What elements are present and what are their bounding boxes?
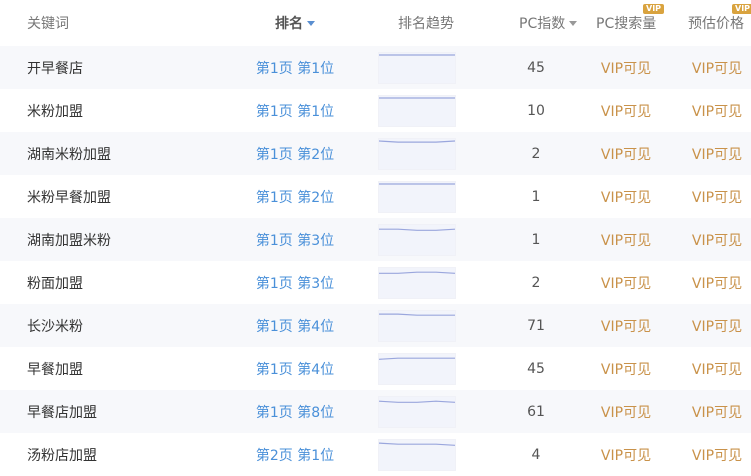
keyword-text: 湖南米粉加盟	[27, 146, 111, 163]
pc-search-vip-link[interactable]: VIP可见	[601, 402, 651, 422]
sparkline-svg	[379, 182, 455, 185]
price-vip-link[interactable]: VIP可见	[692, 187, 742, 207]
table-row: 粉面加盟 第1页 第3位 2 VIP可见 VIP可见	[0, 261, 751, 304]
pc-index-value: 10	[527, 102, 545, 119]
price-vip-link[interactable]: VIP可见	[692, 273, 742, 293]
rank-link[interactable]: 第1页 第2位	[256, 187, 334, 207]
pc-search-vip-link[interactable]: VIP可见	[601, 359, 651, 379]
pc-search-vip-link[interactable]: VIP可见	[601, 445, 651, 465]
keyword-text: 早餐加盟	[27, 361, 83, 378]
price-vip-link[interactable]: VIP可见	[692, 359, 742, 379]
table-row: 汤粉店加盟 第2页 第1位 4 VIP可见 VIP可见	[0, 433, 751, 476]
rank-link[interactable]: 第2页 第1位	[256, 445, 334, 465]
sparkline-svg	[379, 53, 455, 56]
sparkline-svg	[379, 228, 455, 231]
table-row: 早餐店加盟 第1页 第8位 61 VIP可见 VIP可见	[0, 390, 751, 433]
rank-link[interactable]: 第1页 第3位	[256, 273, 334, 293]
keyword-text: 长沙米粉	[27, 318, 83, 335]
sparkline-series	[379, 357, 455, 360]
sort-down-icon	[307, 20, 315, 26]
keyword-ranking-table: 关键词 排名 排名趋势 PC指数 PC搜索量 VIP 预估价格 VIP 开早餐店…	[0, 0, 751, 474]
rank-link[interactable]: 第1页 第1位	[256, 101, 334, 121]
pc-index-value: 1	[531, 188, 541, 205]
header-pc-index-sort[interactable]: PC指数	[519, 0, 591, 46]
price-vip-link[interactable]: VIP可见	[692, 144, 742, 164]
pc-index-value: 71	[527, 317, 545, 334]
price-vip-link[interactable]: VIP可见	[692, 445, 742, 465]
vip-badge-icon: VIP	[643, 4, 665, 14]
table-row: 早餐加盟 第1页 第4位 45 VIP可见 VIP可见	[0, 347, 751, 390]
sparkline-svg	[379, 139, 455, 143]
sparkline-svg	[379, 400, 455, 403]
sparkline-svg	[379, 312, 455, 316]
sparkline-svg	[379, 357, 455, 360]
pc-search-vip-link[interactable]: VIP可见	[601, 101, 651, 121]
sparkline-svg	[379, 271, 455, 274]
rank-trend-sparkline[interactable]	[378, 309, 456, 342]
keyword-text: 米粉早餐加盟	[27, 189, 111, 206]
rank-trend-sparkline[interactable]	[378, 94, 456, 127]
price-vip-link[interactable]: VIP可见	[692, 402, 742, 422]
rank-trend-sparkline[interactable]	[378, 137, 456, 170]
pc-index-value: 2	[531, 274, 541, 291]
header-rank-sort[interactable]: 排名	[240, 0, 350, 46]
table-body: 开早餐店 第1页 第1位 45 VIP可见 VIP可见 米粉加盟 第1页 第1位…	[0, 46, 751, 476]
price-vip-link[interactable]: VIP可见	[692, 316, 742, 336]
header-keyword: 关键词	[27, 16, 69, 32]
pc-index-value: 2	[531, 145, 541, 162]
pc-search-vip-link[interactable]: VIP可见	[601, 230, 651, 250]
sparkline-svg	[379, 442, 455, 446]
rank-link[interactable]: 第1页 第2位	[256, 144, 334, 164]
rank-link[interactable]: 第1页 第4位	[256, 316, 334, 336]
price-vip-link[interactable]: VIP可见	[692, 101, 742, 121]
sparkline-series	[379, 271, 455, 274]
table-row: 长沙米粉 第1页 第4位 71 VIP可见 VIP可见	[0, 304, 751, 347]
keyword-text: 米粉加盟	[27, 103, 83, 120]
table-header: 关键词 排名 排名趋势 PC指数 PC搜索量 VIP 预估价格 VIP	[0, 0, 751, 46]
pc-search-vip-link[interactable]: VIP可见	[601, 316, 651, 336]
table-row: 湖南米粉加盟 第1页 第2位 2 VIP可见 VIP可见	[0, 132, 751, 175]
price-vip-link[interactable]: VIP可见	[692, 230, 742, 250]
keyword-text: 汤粉店加盟	[27, 447, 97, 464]
pc-index-value: 45	[527, 59, 545, 76]
sort-down-icon	[569, 20, 578, 26]
sparkline-series	[379, 139, 455, 143]
rank-trend-sparkline[interactable]	[378, 438, 456, 471]
rank-trend-sparkline[interactable]	[378, 352, 456, 385]
keyword-text: 粉面加盟	[27, 275, 83, 292]
sparkline-series	[379, 228, 455, 231]
rank-link[interactable]: 第1页 第1位	[256, 58, 334, 78]
pc-index-value: 1	[531, 231, 541, 248]
keyword-text: 湖南加盟米粉	[27, 232, 111, 249]
vip-badge-icon: VIP	[732, 4, 751, 14]
price-vip-link[interactable]: VIP可见	[692, 58, 742, 78]
rank-trend-sparkline[interactable]	[378, 395, 456, 428]
header-trend: 排名趋势	[398, 16, 454, 32]
table-row: 开早餐店 第1页 第1位 45 VIP可见 VIP可见	[0, 46, 751, 89]
rank-link[interactable]: 第1页 第3位	[256, 230, 334, 250]
rank-trend-sparkline[interactable]	[378, 51, 456, 84]
pc-search-vip-link[interactable]: VIP可见	[601, 273, 651, 293]
pc-index-value: 45	[527, 360, 545, 377]
table-row: 米粉加盟 第1页 第1位 10 VIP可见 VIP可见	[0, 89, 751, 132]
keyword-text: 早餐店加盟	[27, 404, 97, 421]
pc-search-vip-link[interactable]: VIP可见	[601, 144, 651, 164]
keyword-text: 开早餐店	[27, 60, 83, 77]
sparkline-series	[379, 312, 455, 316]
sparkline-svg	[379, 96, 455, 99]
rank-trend-sparkline[interactable]	[378, 180, 456, 213]
pc-search-vip-link[interactable]: VIP可见	[601, 58, 651, 78]
rank-trend-sparkline[interactable]	[378, 223, 456, 256]
sparkline-series	[379, 400, 455, 403]
pc-search-vip-link[interactable]: VIP可见	[601, 187, 651, 207]
pc-index-value: 4	[531, 446, 541, 463]
rank-trend-sparkline[interactable]	[378, 266, 456, 299]
pc-index-value: 61	[527, 403, 545, 420]
table-row: 米粉早餐加盟 第1页 第2位 1 VIP可见 VIP可见	[0, 175, 751, 218]
rank-link[interactable]: 第1页 第8位	[256, 402, 334, 422]
rank-link[interactable]: 第1页 第4位	[256, 359, 334, 379]
sparkline-series	[379, 442, 455, 446]
table-row: 湖南加盟米粉 第1页 第3位 1 VIP可见 VIP可见	[0, 218, 751, 261]
